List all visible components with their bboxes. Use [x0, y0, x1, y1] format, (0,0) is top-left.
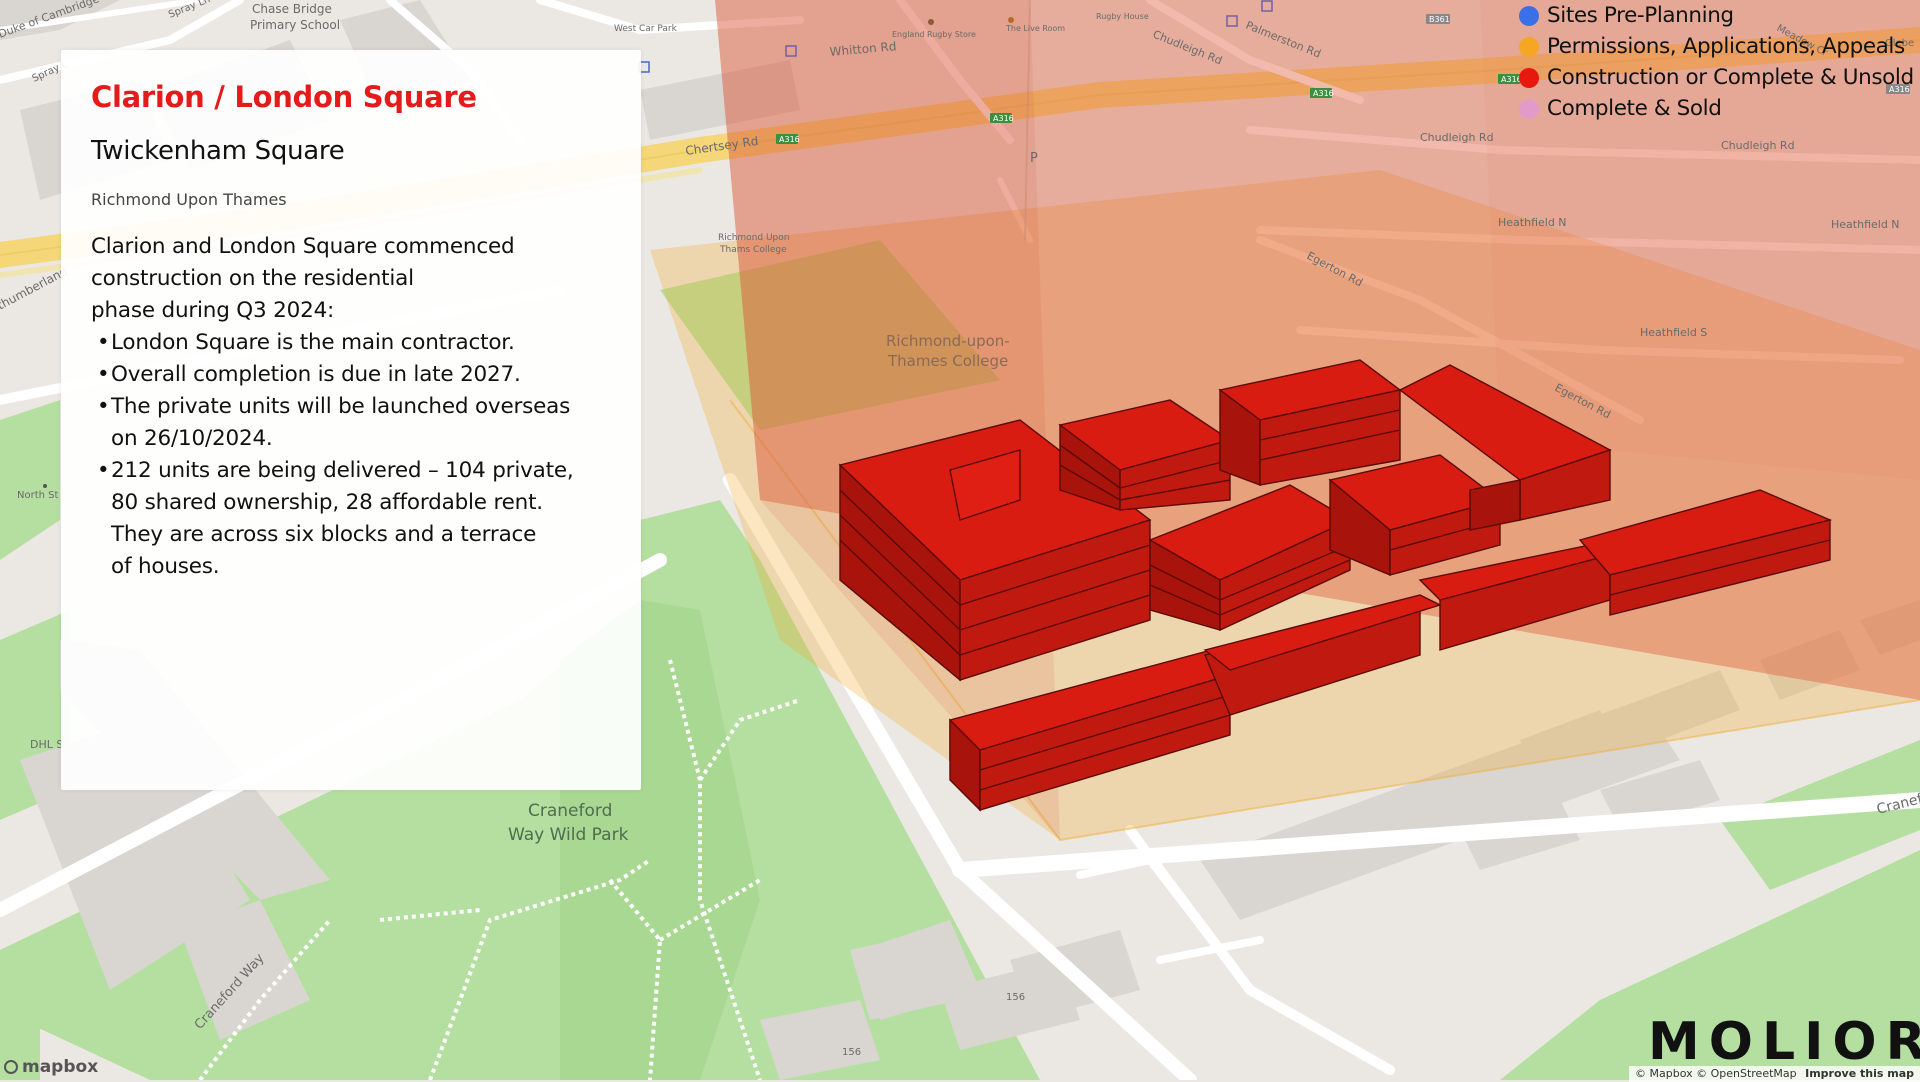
- attribution-text: © Mapbox © OpenStreetMap: [1635, 1067, 1797, 1080]
- svg-text:The Live Room: The Live Room: [1005, 24, 1065, 33]
- legend-item-construction: Construction or Complete & Unsold: [1519, 62, 1919, 93]
- mapbox-icon: [4, 1060, 18, 1074]
- legend-item-pre-planning: Sites Pre-Planning: [1519, 0, 1919, 31]
- mapbox-logo[interactable]: mapbox: [4, 1057, 98, 1077]
- legend-label: Permissions, Applications, Appeals: [1547, 34, 1905, 59]
- svg-text:England Rugby Store: England Rugby Store: [892, 30, 976, 39]
- svg-text:Chase Bridge: Chase Bridge: [252, 2, 332, 16]
- svg-text:Thames College: Thames College: [887, 352, 1008, 370]
- legend-dot: [1519, 98, 1539, 119]
- project-info-panel: Clarion / London Square Twickenham Squar…: [61, 50, 641, 790]
- svg-text:North St: North St: [17, 490, 58, 501]
- project-subtitle: Twickenham Square: [91, 136, 345, 166]
- bullet-item: The private units will be launched overs…: [97, 391, 611, 455]
- svg-text:West Car Park: West Car Park: [614, 24, 678, 34]
- legend-item-permissions: Permissions, Applications, Appeals: [1519, 31, 1919, 62]
- svg-text:156: 156: [842, 1047, 861, 1058]
- project-intro: Clarion and London Square commenced cons…: [91, 234, 515, 323]
- svg-text:Chudleigh Rd: Chudleigh Rd: [1721, 139, 1795, 152]
- legend-dot: [1519, 36, 1539, 57]
- project-title: Clarion / London Square: [91, 80, 477, 114]
- svg-text:Primary School: Primary School: [250, 18, 340, 32]
- svg-text:Heathfield N: Heathfield N: [1498, 216, 1567, 229]
- legend-dot: [1519, 5, 1539, 26]
- legend-label: Complete & Sold: [1547, 96, 1722, 121]
- svg-text:Richmond-upon-: Richmond-upon-: [886, 332, 1010, 350]
- mapbox-logo-text: mapbox: [22, 1057, 99, 1077]
- project-bullet-list: London Square is the main contractor. Ov…: [91, 327, 611, 583]
- svg-text:Chudleigh Rd: Chudleigh Rd: [1420, 131, 1494, 144]
- molior-logo: MOLIOR: [1648, 1012, 1920, 1072]
- status-legend: Sites Pre-Planning Permissions, Applicat…: [1519, 0, 1919, 124]
- improve-map-link[interactable]: Improve this map: [1805, 1067, 1914, 1080]
- svg-text:DHL S: DHL S: [30, 738, 63, 751]
- bullet-item: 212 units are being delivered – 104 priv…: [97, 455, 611, 583]
- svg-text:Heathfield N: Heathfield N: [1831, 218, 1900, 231]
- legend-label: Sites Pre-Planning: [1547, 3, 1734, 28]
- svg-text:Craneford: Craneford: [528, 801, 612, 821]
- project-borough: Richmond Upon Thames: [91, 190, 287, 209]
- legend-label: Construction or Complete & Unsold: [1547, 65, 1914, 90]
- bullet-item: London Square is the main contractor.: [97, 327, 611, 359]
- svg-text:B361: B361: [1429, 15, 1450, 24]
- legend-item-complete-sold: Complete & Sold: [1519, 93, 1919, 124]
- svg-text:Heathfield S: Heathfield S: [1640, 326, 1707, 339]
- legend-dot: [1519, 67, 1539, 88]
- svg-text:Way Wild Park: Way Wild Park: [508, 825, 629, 845]
- bullet-item: Overall completion is due in late 2027.: [97, 359, 611, 391]
- svg-text:P: P: [1030, 151, 1038, 166]
- svg-text:156: 156: [1006, 992, 1025, 1003]
- svg-text:Thams College: Thams College: [719, 245, 787, 255]
- svg-text:A316: A316: [1313, 89, 1334, 98]
- svg-text:Richmond Upon: Richmond Upon: [718, 233, 789, 243]
- svg-text:A316: A316: [779, 135, 800, 144]
- svg-text:A316: A316: [993, 114, 1014, 123]
- svg-text:Rugby House: Rugby House: [1096, 12, 1149, 21]
